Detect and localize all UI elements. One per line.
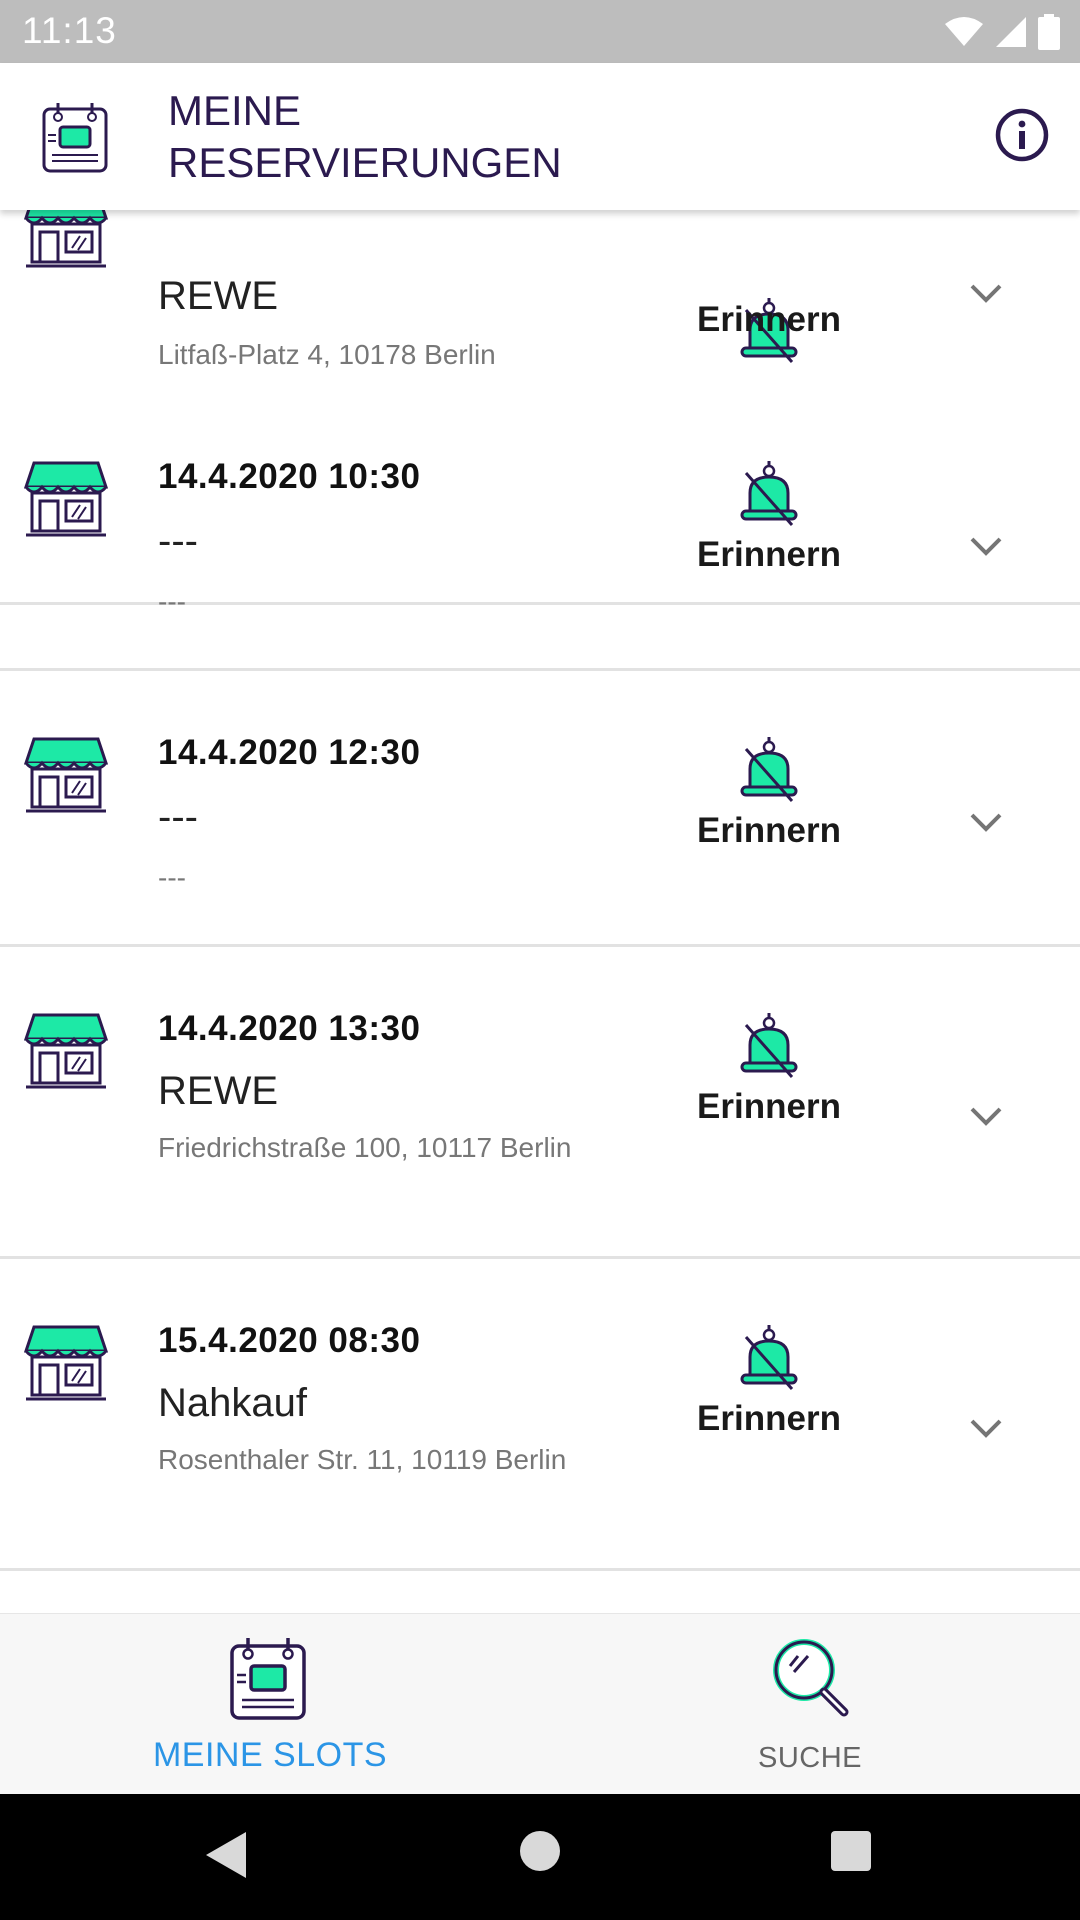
store-icon bbox=[24, 737, 108, 813]
nav-tab-search-label: SUCHE bbox=[757, 1742, 862, 1774]
bell-off-icon[interactable] bbox=[738, 1011, 800, 1081]
remind-label[interactable]: Erinnern bbox=[660, 1399, 878, 1439]
store-address: --- bbox=[158, 862, 186, 893]
store-icon bbox=[24, 1325, 108, 1401]
store-name: REWE bbox=[158, 1069, 278, 1113]
store-address: --- bbox=[158, 586, 186, 617]
bell-off-icon[interactable] bbox=[738, 735, 800, 805]
nav-tab-my-slots-label: MEINE SLOTS bbox=[152, 1736, 388, 1774]
wifi-icon bbox=[945, 17, 983, 46]
store-icon bbox=[24, 1013, 108, 1089]
calendar-slot-icon bbox=[230, 1638, 306, 1720]
page-title-line1: MEINE bbox=[168, 87, 302, 134]
signal-icon bbox=[996, 17, 1026, 47]
store-address: Litfaß-Platz 4, 10178 Berlin bbox=[158, 339, 496, 370]
magnifier-icon bbox=[773, 1639, 849, 1717]
chevron-down-icon[interactable] bbox=[968, 535, 1004, 559]
bottom-navigation: MEINE SLOTS SUCHE bbox=[0, 1613, 1080, 1794]
page-title-line2: RESERVIERUNGEN bbox=[168, 139, 562, 186]
system-navigation-bar bbox=[0, 1794, 1080, 1920]
reservation-item[interactable]: 14.4.2020 12:30 --- --- Erinnern bbox=[0, 671, 1080, 947]
remind-label[interactable]: Erinnern bbox=[660, 811, 878, 851]
store-address: Rosenthaler Str. 11, 10119 Berlin bbox=[158, 1444, 567, 1475]
remind-label[interactable]: Erinnern bbox=[660, 300, 878, 340]
store-address: Friedrichstraße 100, 10117 Berlin bbox=[158, 1132, 572, 1163]
reservation-item[interactable]: 14.4.2020 13:30 REWE Friedrichstraße 100… bbox=[0, 947, 1080, 1259]
store-icon bbox=[24, 461, 108, 537]
status-time: 11:13 bbox=[22, 10, 117, 51]
remind-label[interactable]: Erinnern bbox=[660, 1087, 878, 1127]
battery-icon bbox=[1038, 14, 1060, 50]
store-icon bbox=[24, 210, 108, 268]
store-name: Nahkauf bbox=[158, 1381, 307, 1425]
bell-off-icon[interactable] bbox=[738, 459, 800, 529]
calendar-slot-logo-icon bbox=[42, 103, 108, 173]
reservation-datetime: 14.4.2020 13:30 bbox=[158, 1009, 421, 1048]
store-name: --- bbox=[158, 519, 198, 563]
page-title: MEINE RESERVIERUNGEN bbox=[168, 85, 728, 189]
store-name: --- bbox=[158, 795, 198, 839]
app-header: MEINE RESERVIERUNGEN bbox=[0, 63, 1080, 210]
status-bar: 11:13 bbox=[0, 0, 1080, 63]
chevron-down-icon[interactable] bbox=[968, 1417, 1004, 1441]
recent-apps-icon[interactable] bbox=[831, 1831, 871, 1871]
reservation-datetime: 14.4.2020 12:30 bbox=[158, 733, 421, 772]
reservation-item[interactable]: 14.4.2020 10:30 --- --- Erinnern bbox=[0, 395, 1080, 671]
back-icon[interactable] bbox=[204, 1830, 248, 1880]
reservation-list[interactable]: REWE Litfaß-Platz 4, 10178 Berlin Erinne… bbox=[0, 210, 1080, 1613]
nav-tab-search[interactable]: SUCHE bbox=[540, 1614, 1080, 1795]
remind-label[interactable]: Erinnern bbox=[660, 535, 878, 575]
reservation-datetime: 14.4.2020 10:30 bbox=[158, 457, 421, 496]
reservation-datetime: 15.4.2020 08:30 bbox=[158, 1321, 421, 1360]
store-name: REWE bbox=[158, 274, 278, 318]
home-icon[interactable] bbox=[520, 1831, 560, 1871]
reservation-item[interactable]: 15.4.2020 08:30 Nahkauf Rosenthaler Str.… bbox=[0, 1259, 1080, 1571]
bell-off-icon[interactable] bbox=[738, 1323, 800, 1393]
chevron-down-icon[interactable] bbox=[968, 1105, 1004, 1129]
chevron-down-icon[interactable] bbox=[968, 811, 1004, 835]
status-icons bbox=[944, 12, 1060, 52]
info-icon[interactable] bbox=[994, 107, 1050, 163]
chevron-down-icon[interactable] bbox=[968, 282, 1004, 306]
nav-tab-my-slots[interactable]: MEINE SLOTS bbox=[0, 1614, 540, 1795]
